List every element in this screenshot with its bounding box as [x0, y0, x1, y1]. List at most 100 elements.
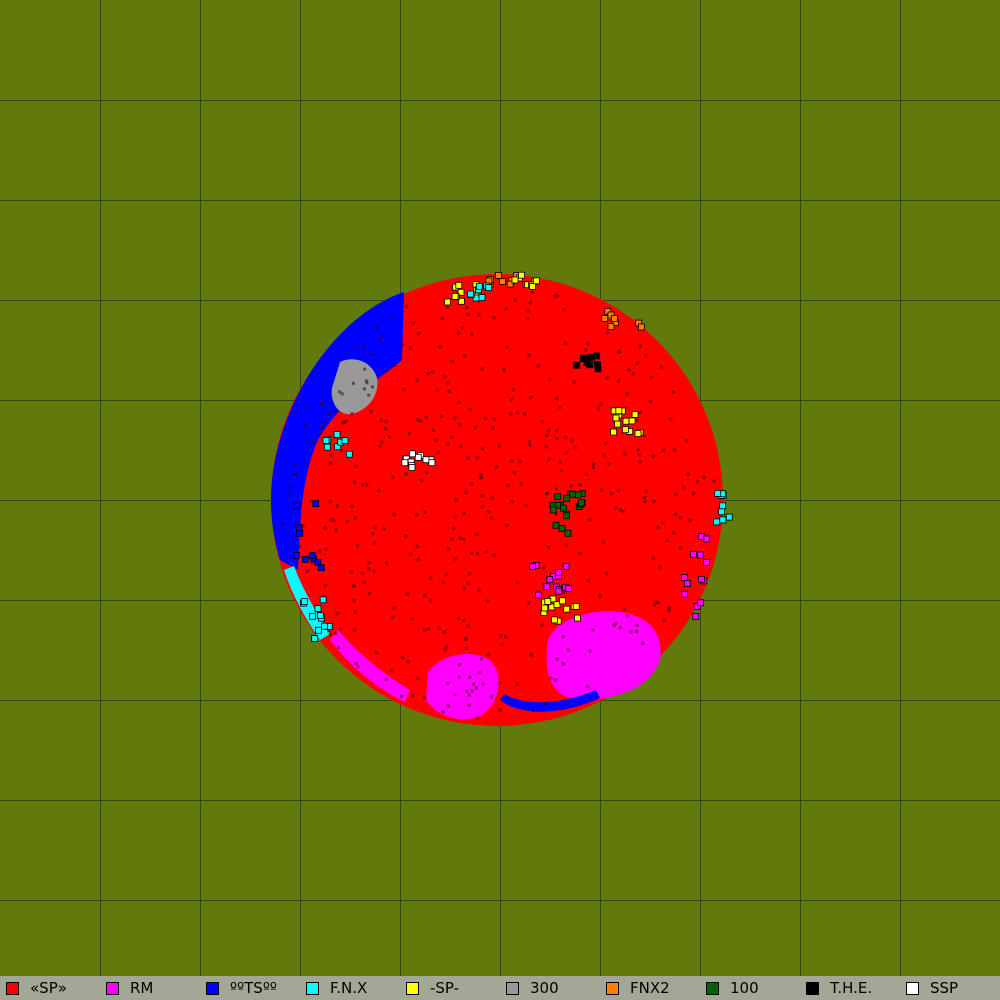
territory-speckle: [362, 353, 366, 357]
territory-speckle: [674, 492, 678, 496]
territory-rm-tile: [680, 574, 688, 581]
territory-speckle: [406, 592, 409, 596]
territory-speckle: [641, 641, 645, 645]
territory-speckle: [434, 438, 438, 442]
legend-item-ts: ººTSºº: [200, 976, 300, 1000]
legend-item-rm: RM: [100, 976, 200, 1000]
territory-speckle: [638, 411, 642, 414]
territory-sp-dash-tile: [541, 604, 549, 612]
territory-ts-tile: [301, 556, 309, 563]
territory-speckle: [431, 428, 435, 432]
territory-speckle: [498, 681, 501, 685]
territory-speckle: [453, 693, 457, 697]
legend-label: SSP: [930, 979, 959, 997]
territory-speckle: [527, 601, 531, 605]
territory-speckle: [464, 637, 468, 641]
territory-speckle: [712, 479, 716, 483]
territory-the-tile: [593, 352, 601, 360]
territory-speckle: [417, 332, 421, 336]
territory-speckle: [604, 441, 608, 445]
territory-speckle: [558, 406, 562, 409]
territory-speckle: [616, 489, 620, 493]
territory-speckle: [370, 385, 374, 389]
territory-speckle: [622, 510, 625, 514]
territory-100-tile: [569, 490, 576, 498]
territory-fnx-tile: [323, 443, 331, 451]
territory-speckle: [545, 492, 549, 496]
territory-ssp-tile: [428, 459, 436, 467]
territory-speckle: [573, 446, 577, 450]
territory-speckle: [495, 465, 498, 469]
territory-speckle: [696, 480, 700, 484]
yellow-square-icon: [406, 981, 419, 995]
territory-speckle: [462, 587, 466, 590]
territory-speckle: [682, 485, 686, 489]
territory-speckle: [401, 656, 405, 660]
territory-fnx-tile: [467, 290, 475, 298]
territory-speckle: [547, 546, 550, 549]
legend-item-the: T.H.E.: [800, 976, 900, 1000]
territory-speckle: [662, 618, 666, 622]
territory-speckle: [559, 469, 563, 473]
territory-speckle: [562, 308, 566, 312]
territory-speckle: [443, 630, 447, 634]
territory-speckle: [540, 420, 544, 424]
territory-fnx2-tile: [495, 271, 503, 279]
territory-speckle: [354, 516, 357, 520]
territory-sp-dash-tile: [533, 277, 540, 285]
territory-speckle: [498, 708, 502, 712]
territory-sp-dash-tile: [622, 417, 630, 425]
territory-speckle: [388, 435, 391, 439]
legend-bar: «SP» RM ººTSºº F.N.X -SP- 300 FNX2 100 T…: [0, 976, 1000, 1000]
territory-100-tile: [563, 495, 571, 503]
territory-speckle: [470, 689, 474, 693]
territory-speckle: [305, 405, 309, 409]
territory-speckle: [497, 444, 501, 448]
territory-speckle: [384, 427, 387, 431]
territory-speckle: [411, 694, 415, 698]
territory-speckle: [380, 440, 384, 444]
territory-sp-dash-tile: [518, 271, 525, 279]
territory-rm-tile: [703, 559, 711, 566]
territory-speckle: [510, 500, 514, 503]
territory-speckle: [465, 689, 469, 693]
black-square-icon: [806, 981, 819, 995]
territory-speckle: [635, 418, 639, 422]
territory-rm-tile: [697, 533, 705, 540]
territory-speckle: [458, 423, 462, 427]
territory-ts-tile: [308, 552, 316, 559]
territory-speckle: [662, 449, 665, 453]
territory-speckle: [324, 547, 328, 551]
territory-speckle: [599, 402, 603, 406]
territory-speckle: [493, 417, 496, 421]
territory-speckle: [614, 622, 618, 625]
territory-speckle: [305, 569, 309, 573]
territory-speckle: [627, 368, 631, 372]
territory-speckle: [404, 472, 408, 476]
territory-speckle: [558, 460, 562, 464]
territory-map[interactable]: [0, 0, 1000, 976]
territory-speckle: [423, 510, 427, 514]
territory-speckle: [353, 480, 357, 484]
territory-speckle: [453, 416, 457, 420]
territory-ssp-tile: [414, 453, 422, 461]
territory-speckle: [446, 704, 450, 708]
territory-sp-dash-tile: [631, 410, 639, 418]
territory-speckle: [656, 525, 660, 529]
territory-speckle: [651, 556, 655, 560]
territory-rm-tile: [565, 585, 573, 592]
territory-sp-dash-tile: [451, 292, 459, 300]
territory-speckle: [661, 521, 665, 525]
territory-fnx-tile: [719, 516, 727, 524]
territory-speckle: [328, 412, 332, 416]
territory-speckle: [702, 476, 706, 479]
territory-speckle: [445, 381, 449, 385]
territory-ssp-tile: [422, 456, 430, 464]
territory-fnx-tile: [322, 436, 330, 444]
territory-100-tile: [578, 499, 585, 507]
territory-speckle: [638, 344, 642, 348]
territory-sp-dash-tile: [553, 601, 561, 608]
territory-rm-tile: [683, 580, 691, 588]
territory-speckle: [667, 608, 671, 612]
territory-speckle: [586, 579, 590, 583]
